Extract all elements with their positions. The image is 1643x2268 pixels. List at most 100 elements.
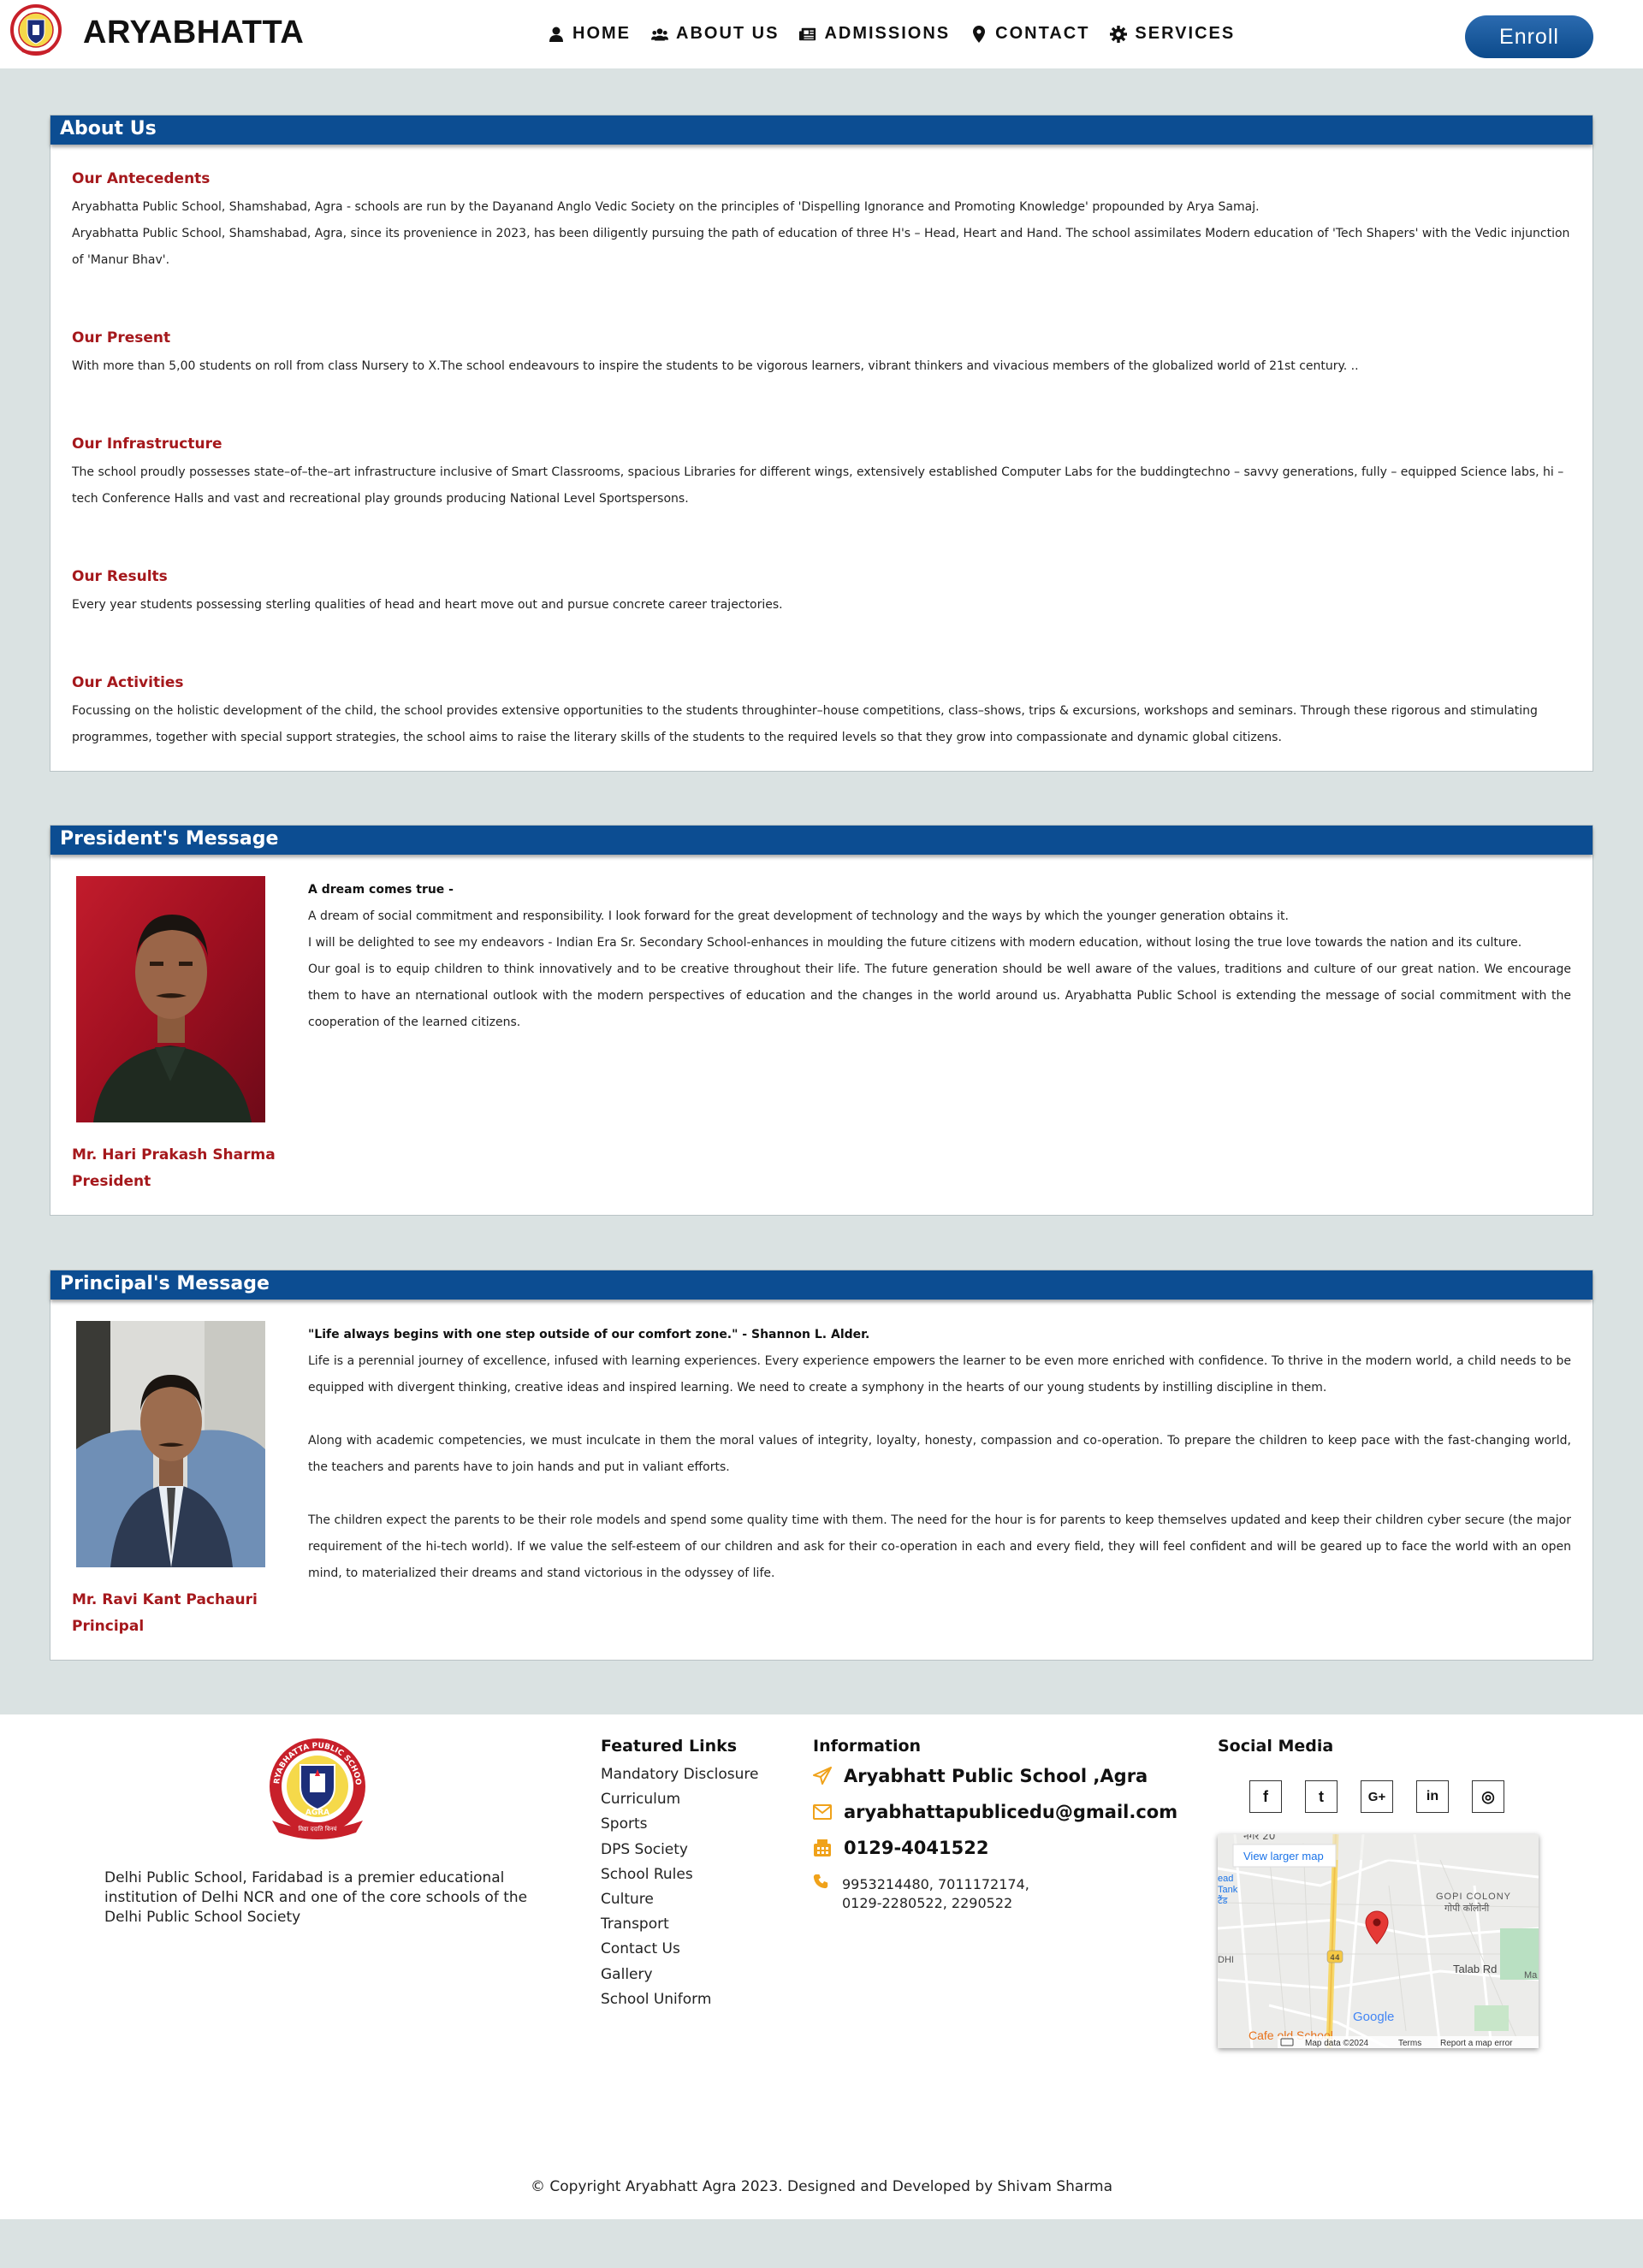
info-email[interactable]: aryabhattapublicedu@gmail.com [813,1802,1177,1822]
link-school-uniform[interactable]: School Uniform [601,1987,758,2012]
link-transport[interactable]: Transport [601,1912,758,1937]
social-icons: f t G+ in ◎ [1249,1780,1504,1813]
logo-motto: विद्या ददाति विनयं [298,1825,337,1833]
school-logo[interactable] [10,4,62,57]
principal-heading: Principal's Message [50,1270,1593,1300]
principal-para-3: The children expect the parents to be th… [308,1513,1571,1580]
nav-admissions-label: ADMISSIONS [824,24,951,43]
president-lead: A dream comes true - [308,883,454,897]
top-header: ARYABHATTA HOME ABOUT US ADMISSIONS CONT… [0,0,1643,68]
footer-description: Delhi Public School, Faridabad is a prem… [104,1869,528,1926]
map-top-clip: नगर 20 [1243,1834,1275,1842]
footer-school-logo[interactable]: विद्या ददाति विनयं AGRA ARYABHATTA PUBLI… [262,1735,373,1846]
link-curriculum[interactable]: Curriculum [601,1787,758,1812]
nav-admissions[interactable]: ADMISSIONS [799,24,950,44]
nav-home-label: HOME [572,24,631,43]
google-logo: Google [1353,2010,1394,2024]
map-report-error-link[interactable]: Report a map error [1440,2039,1513,2048]
enroll-button[interactable]: Enroll [1465,15,1593,58]
map-edge-label-4: DHI [1218,1955,1234,1965]
newspaper-icon [799,27,816,40]
nav-contact[interactable]: CONTACT [970,24,1089,44]
president-para-1: A dream of social commitment and respons… [308,909,1289,923]
map-edge-label-5: Ma [1524,1970,1538,1981]
about-us-heading: About Us [50,115,1593,145]
info-fax-text: 0129-4041522 [844,1838,989,1858]
principal-name: Mr. Ravi Kant Pachauri [72,1591,258,1608]
nav-home[interactable]: HOME [548,24,631,44]
president-message: A dream comes true - A dream of social c… [308,877,1571,1036]
phones-line-1: 9953214480, 7011172174, [842,1876,1029,1892]
link-dps-society[interactable]: DPS Society [601,1838,758,1862]
principal-para-1: Life is a perennial journey of excellenc… [308,1354,1571,1395]
main-nav: HOME ABOUT US ADMISSIONS CONTACT SERVICE… [548,24,1235,44]
link-gallery[interactable]: Gallery [601,1963,758,1987]
copyright-text: © Copyright Aryabhatt Agra 2023. Designe… [531,2178,1112,2195]
link-contact-us[interactable]: Contact Us [601,1937,758,1962]
map-terms-link[interactable]: Terms [1398,2039,1421,2048]
map-edge-label-2: Tank [1218,1885,1238,1895]
principal-photo [76,1321,265,1567]
map-data-credit: Map data ©2024 [1305,2039,1369,2048]
info-address: Aryabhatt Public School ,Agra [813,1766,1148,1786]
embedded-map[interactable]: 44 नगर 20 View larger map ead Tank टैंड … [1218,1834,1539,2048]
principal-message: "Life always begins with one step outsid… [308,1322,1571,1587]
info-email-text[interactable]: aryabhattapublicedu@gmail.com [844,1802,1177,1822]
phone-icon [813,1874,828,1889]
president-photo [76,876,265,1122]
featured-links-list: Mandatory Disclosure Curriculum Sports D… [601,1762,758,2012]
bottom-bar [0,2219,1643,2268]
president-para-2: I will be delighted to see my endeavors … [308,936,1522,950]
president-name: Mr. Hari Prakash Sharma [72,1146,276,1164]
brand-title[interactable]: ARYABHATTA [83,15,304,51]
fax-icon [814,1839,831,1856]
info-phones-text: 9953214480, 7011172174, 0129-2280522, 22… [842,1875,1029,1913]
twitter-icon[interactable]: t [1305,1780,1338,1813]
link-culture[interactable]: Culture [601,1887,758,1912]
map-area-label: GOPI COLONY [1436,1892,1511,1902]
results-text: Every year students possessing sterling … [72,598,783,612]
antecedents-title: Our Antecedents [72,170,211,187]
infrastructure-title: Our Infrastructure [72,435,222,453]
nav-about[interactable]: ABOUT US [651,24,779,44]
link-mandatory-disclosure[interactable]: Mandatory Disclosure [601,1762,758,1787]
map-marker-icon [973,25,986,43]
instagram-icon[interactable]: ◎ [1472,1780,1504,1813]
nav-services[interactable]: SERVICES [1110,24,1235,44]
info-fax: 0129-4041522 [813,1838,988,1858]
gear-icon [1110,25,1128,43]
logo-city: AGRA [305,1809,329,1817]
view-larger-map-link[interactable]: View larger map [1243,1850,1324,1862]
user-icon [549,27,563,42]
present-title: Our Present [72,329,171,346]
nav-contact-label: CONTACT [995,24,1090,43]
activities-text: Focussing on the holistic development of… [72,704,1538,744]
link-sports[interactable]: Sports [601,1812,758,1837]
principal-lead: "Life always begins with one step outsid… [308,1328,870,1341]
principal-para-2: Along with academic competencies, we mus… [308,1434,1571,1474]
google-plus-icon[interactable]: G+ [1361,1780,1393,1813]
users-icon [651,27,668,40]
present-text: With more than 5,00 students on roll fro… [72,359,1359,373]
nav-services-label: SERVICES [1135,24,1236,43]
link-school-rules[interactable]: School Rules [601,1862,758,1887]
information-title: Information [813,1737,922,1756]
linkedin-icon[interactable]: in [1416,1780,1449,1813]
results-title: Our Results [72,568,168,585]
map-canvas[interactable]: 44 नगर 20 View larger map ead Tank टैंड … [1218,1834,1539,2048]
facebook-icon[interactable]: f [1249,1780,1282,1813]
paper-plane-icon [813,1767,832,1785]
infrastructure-text: The school proudly possesses state–of–th… [72,465,1564,506]
principal-message-panel: Principal's Message "Life always begins … [50,1270,1593,1661]
phones-line-2: 0129-2280522, 2290522 [842,1895,1013,1911]
map-area-label-hindi: गोपी कॉलोनी [1444,1903,1489,1914]
envelope-icon [813,1804,832,1820]
social-media-title: Social Media [1218,1737,1334,1756]
map-edge-label-1: ead [1218,1874,1233,1884]
antecedents-text-1: Aryabhatta Public School, Shamshabad, Ag… [72,200,1260,214]
principal-role: Principal [72,1618,145,1635]
president-message-panel: President's Message A dream comes true -… [50,825,1593,1216]
map-highway-label: 44 [1330,1954,1340,1963]
nav-about-label: ABOUT US [676,24,780,43]
president-para-3: Our goal is to equip children to think i… [308,962,1571,1029]
